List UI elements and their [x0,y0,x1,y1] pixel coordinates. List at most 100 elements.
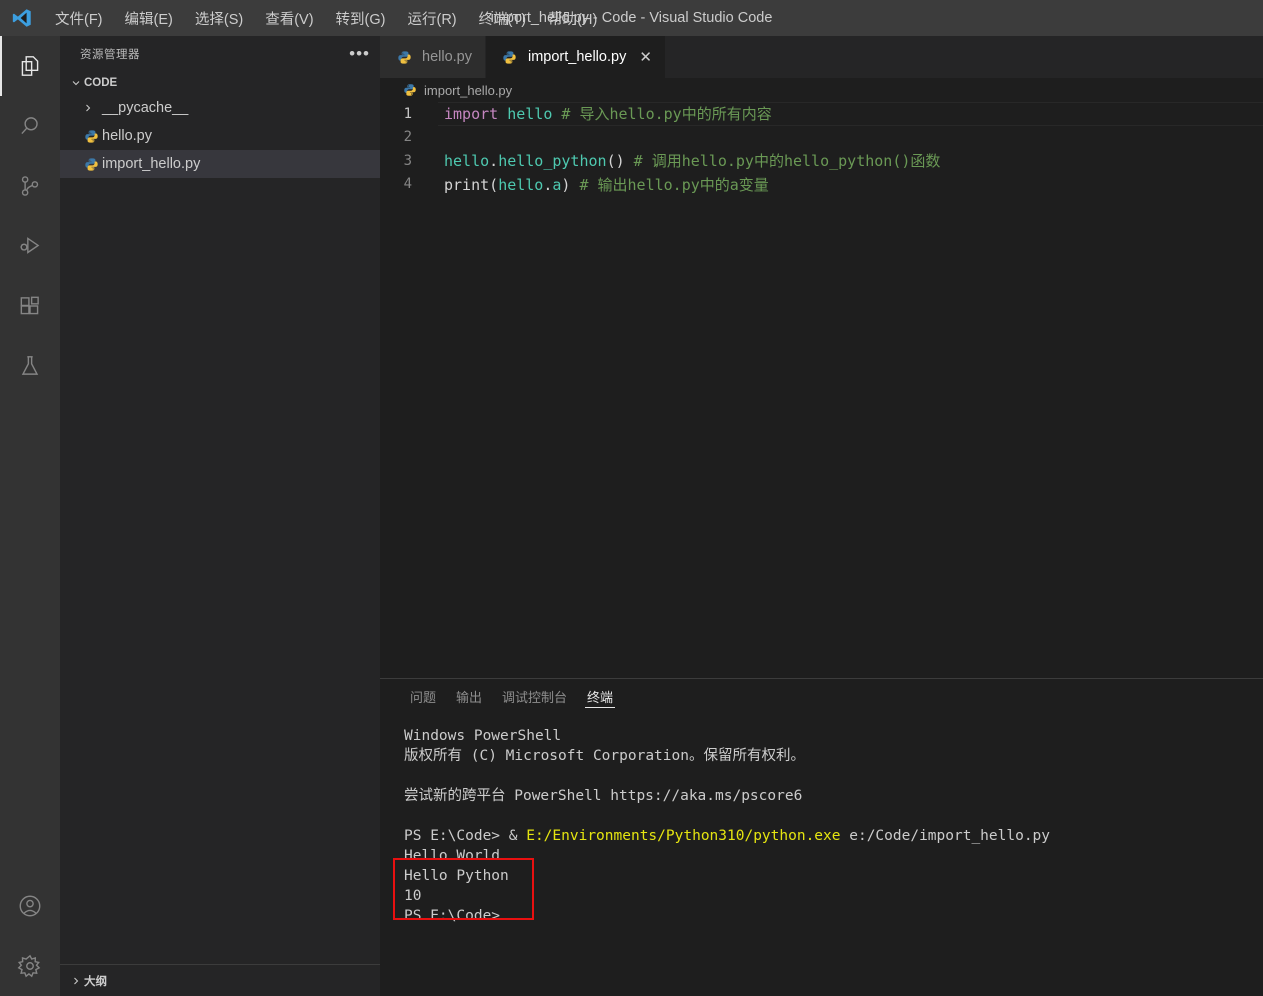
outline-section-header[interactable]: 大纲 [60,964,380,996]
terminal-text: PS E:\Code> & [404,828,527,844]
bottom-panel: 问题 输出 调试控制台 终端 Windows PowerShell 版权所有 (C… [380,678,1263,996]
code-token: # 输出hello.py中的a变量 [579,175,769,194]
terminal-line: 尝试新的跨平台 PowerShell https://aka.ms/pscore… [404,786,1263,806]
terminal-line: Hello World [404,846,1263,866]
menu-run[interactable]: 运行(R) [396,4,467,33]
activity-bar [0,36,60,996]
explorer-sidebar: 资源管理器 ••• CODE __pycache__ hello.py impo… [60,36,380,996]
line-number: 3 [403,152,412,169]
menu-view[interactable]: 查看(V) [254,4,324,33]
python-file-icon [80,157,102,172]
code-editor[interactable]: 1 import hello # 导入hello.py中的所有内容 2 3 hello.… [380,102,1263,678]
terminal-line: Windows PowerShell [404,726,1263,746]
tab-label: import_hello.py [527,49,627,65]
code-token: hello_python [498,152,607,171]
tree-item-import-hello-py[interactable]: import_hello.py [60,150,380,178]
activity-bar-bottom [0,876,60,996]
folder-root-label: CODE [84,77,118,89]
line-number: 4 [403,176,412,193]
menu-go[interactable]: 转到(G) [325,4,397,33]
chevron-right-icon [80,102,96,114]
activity-extensions-icon[interactable] [0,276,60,336]
code-line[interactable]: 3 hello.hello_python() # 调用hello.py中的hell… [380,149,1263,173]
terminal-line: 10 [404,886,1263,906]
menu-terminal[interactable]: 终端(T) [468,4,538,33]
python-file-icon [393,50,415,65]
code-line[interactable]: 2 [380,126,1263,150]
gear-icon[interactable] [0,936,60,996]
editor-area: hello.py import_hello.py ✕ import_hello.… [380,36,1263,678]
code-tokens: import hello # 导入hello.py中的所有内容 [438,103,1263,124]
tree-item-pycache[interactable]: __pycache__ [60,94,380,122]
account-icon[interactable] [0,876,60,936]
menu-help[interactable]: 帮助(H) [537,4,608,33]
code-tokens: print(hello.a) # 输出hello.py中的a变量 [438,174,1263,195]
menu-bar: 文件(F) 编辑(E) 选择(S) 查看(V) 转到(G) 运行(R) 终端(T… [44,4,608,33]
tab-import-hello-py[interactable]: import_hello.py ✕ [485,36,666,78]
python-file-icon [402,83,418,97]
panel-tab-debug-console[interactable]: 调试控制台 [492,679,577,714]
tree-item-hello-py[interactable]: hello.py [60,122,380,150]
tree-item-label: hello.py [102,128,152,144]
code-line-content: hello.hello_python() # 调用hello.py中的hello… [438,149,1263,173]
activity-testing-flask-icon[interactable] [0,336,60,396]
code-token: ( [489,175,499,194]
terminal-text: Windows PowerShell [404,728,562,744]
breadcrumb-label: import_hello.py [424,82,513,98]
terminal-text: 尝试新的跨平台 PowerShell https://aka.ms/pscore… [404,788,803,804]
code-line-content: import hello # 导入hello.py中的所有内容 [438,102,1263,126]
activity-search-icon[interactable] [0,96,60,156]
code-tokens: hello.hello_python() # 调用hello.py中的hello… [438,150,1263,171]
menu-file[interactable]: 文件(F) [44,4,114,33]
ellipsis-icon[interactable]: ••• [349,45,370,62]
panel-tab-bar: 问题 输出 调试控制台 终端 [380,679,1263,714]
terminal-text: 10 [404,888,422,904]
code-line[interactable]: 4 print(hello.a) # 输出hello.py中的a变量 [380,173,1263,197]
activity-source-control-icon[interactable] [0,156,60,216]
code-line-content [438,126,1263,150]
terminal-output[interactable]: Windows PowerShell 版权所有 (C) Microsoft Cor… [380,714,1263,996]
code-token: hello [507,105,553,124]
panel-tab-terminal[interactable]: 终端 [577,679,623,714]
close-icon[interactable]: ✕ [639,50,652,65]
code-line-content: print(hello.a) # 输出hello.py中的a变量 [438,173,1263,197]
code-token: # 导入hello.py中的所有内容 [561,105,772,124]
title-bar: 文件(F) 编辑(E) 选择(S) 查看(V) 转到(G) 运行(R) 终端(T… [0,0,1263,36]
sidebar-header: 资源管理器 ••• [60,36,380,72]
panel-tab-output[interactable]: 输出 [446,679,492,714]
code-token: print [444,175,490,194]
python-file-icon [80,129,102,144]
python-file-icon [499,50,521,65]
code-token: # 调用hello.py中的hello_python()函数 [633,152,941,171]
code-token: . [489,152,499,171]
outline-label: 大纲 [84,975,107,988]
tree-item-label: __pycache__ [102,100,189,116]
activity-run-and-debug-icon[interactable] [0,216,60,276]
code-token: hello [444,152,490,171]
activity-explorer-files-icon[interactable] [0,36,60,96]
vscode-window: 文件(F) 编辑(E) 选择(S) 查看(V) 转到(G) 运行(R) 终端(T… [0,0,1263,996]
terminal-text: E:/Environments/Python310/python.exe [526,828,841,844]
terminal-text: Hello Python [404,868,509,884]
terminal-text: Hello World [404,848,501,864]
code-token: import [444,105,499,124]
code-token: hello [498,175,544,194]
folder-root-code[interactable]: CODE [60,72,380,94]
editor-tab-bar: hello.py import_hello.py ✕ [380,36,1263,78]
sidebar-title: 资源管理器 [80,49,140,61]
menu-selection[interactable]: 选择(S) [184,4,254,33]
terminal-text: 版权所有 (C) Microsoft Corporation。保留所有权利。 [404,748,805,764]
tab-hello-py[interactable]: hello.py [380,36,486,78]
terminal-line: PS E:\Code> & E:/Environments/Python310/… [404,826,1263,846]
code-token: () [606,152,625,171]
menu-edit[interactable]: 编辑(E) [114,4,184,33]
tree-item-label: import_hello.py [102,156,201,172]
terminal-line: Hello Python [404,866,1263,886]
panel-tab-problems[interactable]: 问题 [400,679,446,714]
code-line[interactable]: 1 import hello # 导入hello.py中的所有内容 [380,102,1263,126]
breadcrumb[interactable]: import_hello.py [380,78,1263,102]
